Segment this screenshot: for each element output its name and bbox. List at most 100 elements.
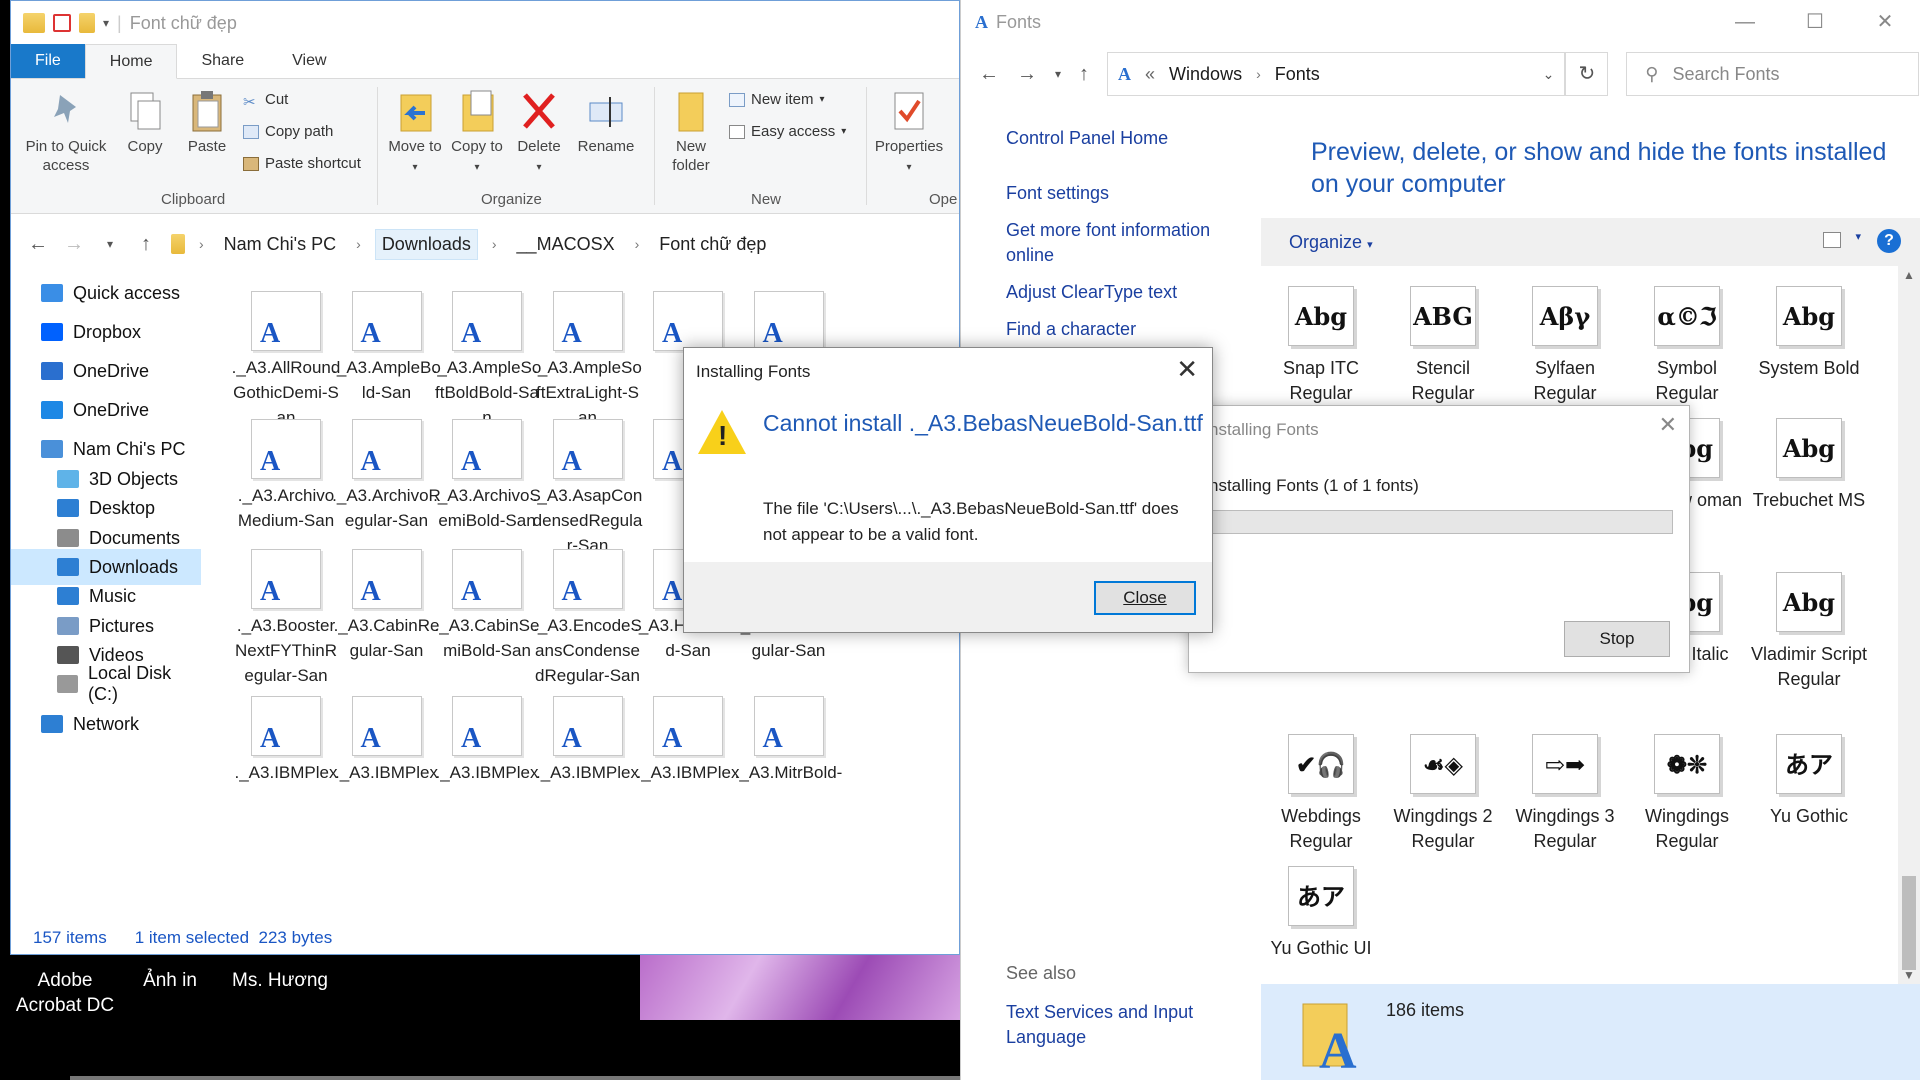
recent-locations-chevron-icon[interactable]: ▾ [1055,67,1061,81]
file-item[interactable]: A ._A3.EncodeSansCondensedRegular-San [533,549,643,688]
close-window-icon[interactable]: ✕ [1850,0,1920,44]
minimize-icon[interactable]: — [1710,0,1780,44]
font-tile[interactable]: ❁❊ Wingdings Regular [1627,734,1747,854]
link-font-settings[interactable]: Font settings [1006,181,1246,206]
close-button[interactable]: Close [1094,581,1196,615]
file-item[interactable]: A ._A3.MitrBold-San [734,696,844,782]
font-tile[interactable]: ⇨➡ Wingdings 3 Regular [1505,734,1625,854]
new-folder-button[interactable]: New folder [661,89,721,175]
sidebar-item-dropbox[interactable]: Dropbox [11,314,201,350]
file-item[interactable]: A ._A3.AmpleSoftBoldBold-San [432,291,542,430]
breadcrumb-nam-chis-pc[interactable]: Nam Chi's PC [218,230,342,259]
move-to-button[interactable]: Move to ▾ [387,89,443,177]
font-tile[interactable]: あア Yu Gothic UI [1261,866,1381,961]
close-icon[interactable]: ✕ [1176,354,1198,385]
tab-file[interactable]: File [11,44,85,78]
tab-home[interactable]: Home [84,44,178,79]
sidebar-item-onedrive[interactable]: OneDrive [11,392,201,428]
path-fonts[interactable]: Fonts [1275,64,1320,85]
desktop-icon-adobe[interactable]: Adobe Acrobat DC [10,968,120,1018]
back-arrow-icon[interactable]: ← [27,233,49,256]
copy-button[interactable]: Copy [117,89,173,156]
breadcrumb-macosx[interactable]: __MACOSX [511,230,621,259]
help-icon[interactable]: ? [1877,229,1901,253]
scrollbar-thumb[interactable] [1902,876,1916,970]
file-item[interactable]: A ._A3.IBMPlexSansCond [231,696,341,782]
quick-access-dropdown-icon[interactable]: ▾ [103,16,109,30]
font-tile[interactable]: Abg Trebuchet MS [1749,418,1869,513]
copy-path-button[interactable]: Copy path [243,123,333,140]
close-icon[interactable]: ✕ [1659,412,1677,438]
link-find-character[interactable]: Find a character [1006,317,1246,342]
view-options-chevron-icon[interactable]: ▾ [1855,230,1861,243]
copy-to-button[interactable]: Copy to ▾ [449,89,505,177]
rename-button[interactable]: Rename [573,89,639,156]
path-overflow-icon[interactable]: « [1145,64,1155,85]
stop-button[interactable]: Stop [1564,621,1670,657]
path-dropdown-icon[interactable]: ⌄ [1543,66,1555,83]
paste-shortcut-button[interactable]: Paste shortcut [243,155,361,172]
font-tile[interactable]: α©ℑ Symbol Regular [1627,286,1747,406]
fonts-path-box[interactable]: A « Windows › Fonts ⌄ [1107,52,1566,96]
sidebar-item-onedrive[interactable]: OneDrive [11,353,201,389]
recent-locations-chevron-icon[interactable]: ▾ [99,237,121,251]
cut-button[interactable]: ✂ Cut [243,91,288,111]
sidebar-item-local-disk-c-[interactable]: Local Disk (C:) [11,663,201,704]
maximize-icon[interactable]: ☐ [1780,0,1850,44]
font-tile[interactable]: Abg System Bold [1749,286,1869,381]
font-tile[interactable]: ✔🎧 Webdings Regular [1261,734,1381,854]
file-item[interactable]: A ._A3.AsapCondensedRegular-San [533,419,643,558]
up-arrow-icon[interactable]: ↑ [1079,63,1089,86]
file-item[interactable]: A ._A3.IBMPlexSansCond [633,696,743,782]
font-tile[interactable]: ☙◈ Wingdings 2 Regular [1383,734,1503,854]
view-options-icon[interactable] [1823,232,1841,248]
breadcrumb-downloads[interactable]: Downloads [374,228,478,260]
sidebar-item-network[interactable]: Network [11,706,201,742]
file-item[interactable]: A ._A3.AmpleBold-San [332,291,442,405]
forward-arrow-icon[interactable]: → [63,233,85,256]
link-adjust-cleartype[interactable]: Adjust ClearType text [1006,280,1246,305]
fonts-scrollbar[interactable]: ▲ ▼ [1898,266,1920,984]
new-item-button[interactable]: New item ▾ [729,91,825,108]
font-tile[interactable]: Abg Vladimir Script Regular [1749,572,1869,692]
path-windows[interactable]: Windows [1169,64,1242,85]
forward-arrow-icon[interactable]: → [1017,63,1037,86]
breadcrumb-current-folder[interactable]: Font chữ đẹp [653,230,772,259]
file-item[interactable]: A ._A3.IBMPlexSansCond [432,696,542,782]
file-item[interactable]: A ._A3.IBMPlexSansCond [533,696,643,782]
desktop-icon-ms-huong[interactable]: Ms. Hương [225,968,335,993]
scroll-up-icon[interactable]: ▲ [1903,268,1915,282]
paste-button[interactable]: Paste [179,89,235,156]
easy-access-button[interactable]: Easy access ▾ [729,123,846,140]
file-item[interactable]: A ._A3.IBMPlexSansCond [332,696,442,782]
organize-button[interactable]: Organize ▾ [1289,232,1373,253]
file-item[interactable]: A ._A3.CabinRegular-San [332,549,442,663]
file-item[interactable]: A [633,291,743,355]
tab-share[interactable]: Share [177,44,268,78]
font-tile[interactable]: Abg Snap ITC Regular [1261,286,1381,406]
link-control-panel-home[interactable]: Control Panel Home [1006,126,1246,151]
tab-view[interactable]: View [268,44,350,78]
font-tile[interactable]: ABG Stencil Regular [1383,286,1503,406]
refresh-icon[interactable]: ↻ [1565,52,1609,96]
properties-button[interactable]: Properties ▾ [869,89,949,177]
file-item[interactable]: A ._A3.AmpleSoftExtraLight-San [533,291,643,430]
file-item[interactable]: A ._A3.BoosterNextFYThinRegular-San [231,549,341,688]
up-arrow-icon[interactable]: ↑ [135,233,157,256]
file-item[interactable]: A ._A3.AllRoundGothicDemi-San [231,291,341,430]
sidebar-item-quick-access[interactable]: Quick access [11,275,201,311]
font-tile[interactable]: あア Yu Gothic [1749,734,1869,829]
delete-button[interactable]: Delete ▾ [511,89,567,177]
properties-quick-icon[interactable] [53,14,71,32]
file-item[interactable]: A ._A3.ArchivoMedium-San [231,419,341,533]
link-text-services[interactable]: Text Services and Input Language [1006,1000,1246,1050]
back-arrow-icon[interactable]: ← [979,63,999,86]
font-tile[interactable]: Αβγ Sylfaen Regular [1505,286,1625,406]
new-folder-quick-icon[interactable] [79,13,95,33]
file-item[interactable]: A ._A3.ArchivoRegular-San [332,419,442,533]
search-fonts-input[interactable]: ⚲ Search Fonts [1626,52,1919,96]
desktop-icon-anh-in[interactable]: Ảnh in [125,968,215,993]
scroll-down-icon[interactable]: ▼ [1903,968,1915,982]
file-item[interactable]: A ._A3.CabinSemiBold-San [432,549,542,663]
file-item[interactable]: A ._A3.ArchivoSemiBold-San [432,419,542,533]
